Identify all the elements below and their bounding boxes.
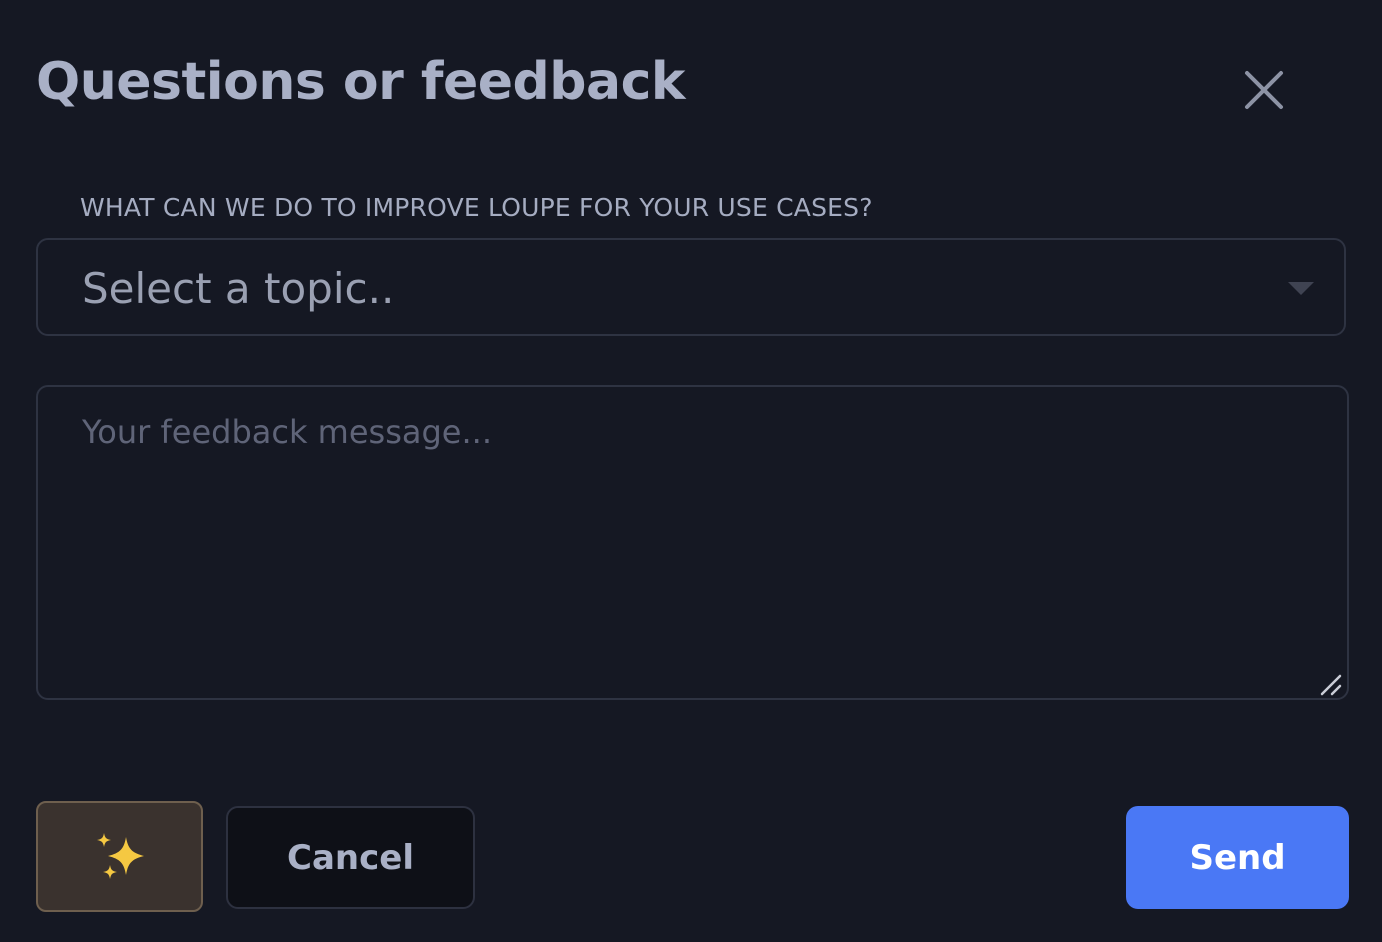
sparkle-button[interactable] xyxy=(36,801,203,912)
feedback-message-input[interactable] xyxy=(36,385,1349,700)
send-button[interactable]: Send xyxy=(1126,806,1349,909)
topic-select-value: Select a topic.. xyxy=(82,264,395,313)
close-button[interactable] xyxy=(1238,64,1290,116)
feedback-dialog: Questions or feedback WHAT CAN WE DO TO … xyxy=(0,0,1382,942)
topic-label: WHAT CAN WE DO TO IMPROVE LOUPE FOR YOUR… xyxy=(80,193,873,222)
cancel-button[interactable]: Cancel xyxy=(226,806,475,909)
close-icon xyxy=(1245,71,1283,109)
sparkles-icon xyxy=(97,833,144,879)
chevron-down-icon xyxy=(1288,282,1314,295)
dialog-title: Questions or feedback xyxy=(36,52,686,112)
resize-handle-icon[interactable] xyxy=(1318,672,1344,698)
topic-select[interactable]: Select a topic.. xyxy=(36,238,1346,336)
